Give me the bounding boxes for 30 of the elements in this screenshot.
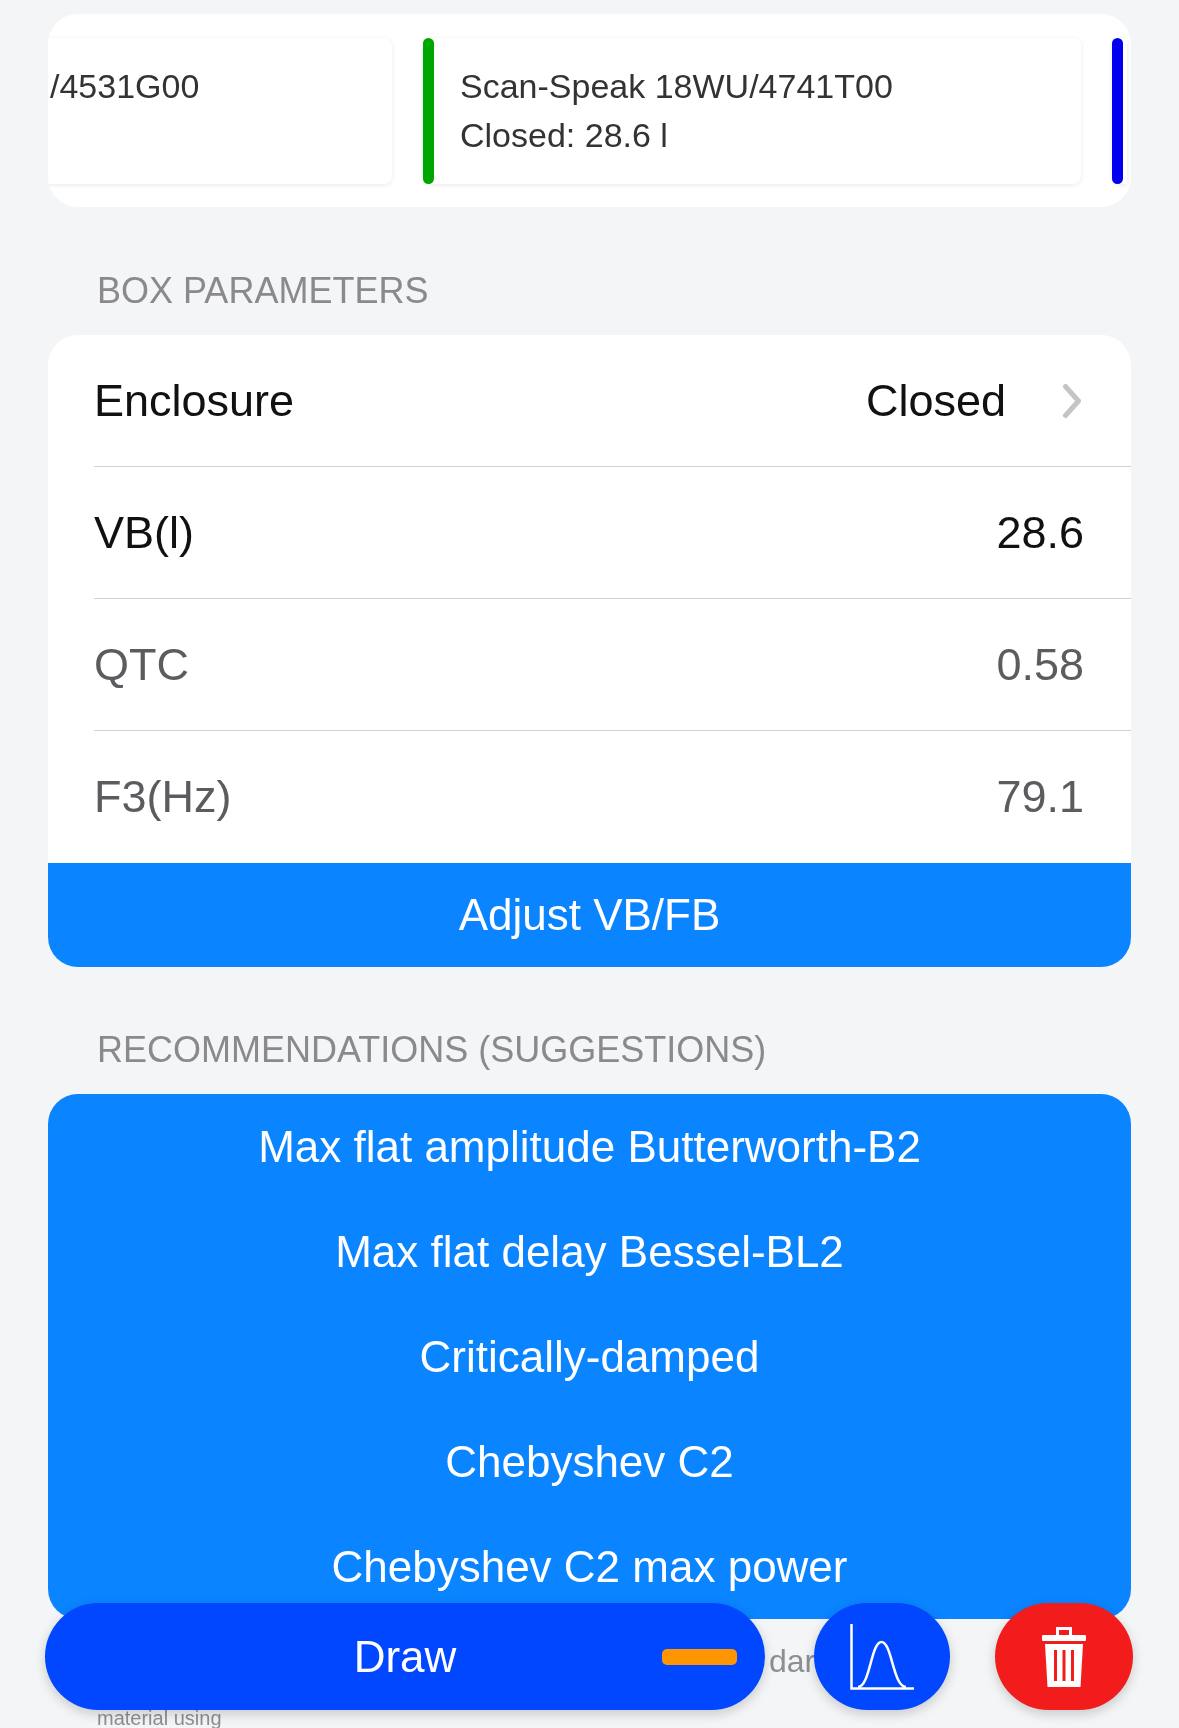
value-field[interactable]: 28.6 xyxy=(996,505,1084,560)
adjust-button[interactable]: Adjust VB/FB xyxy=(48,863,1131,967)
recommendation-item[interactable]: Chebyshev C2 xyxy=(445,1435,734,1489)
trash-icon xyxy=(1042,1626,1086,1687)
parameter-label: QTC xyxy=(94,637,189,692)
recommendation-item[interactable]: Max flat amplitude Butterworth-B2 xyxy=(258,1120,921,1174)
parameter-label: F3(Hz) xyxy=(94,770,232,824)
recommendation-item[interactable]: Critically-damped xyxy=(419,1330,760,1384)
section-header: BOX PARAMETERS xyxy=(96,269,430,313)
delete-button[interactable] xyxy=(995,1603,1133,1710)
parameter-label: Enclosure xyxy=(94,373,295,428)
driver-card[interactable]: /4531G00 xyxy=(48,38,392,184)
recommendation-item[interactable]: Chebyshev C2 max power xyxy=(331,1540,848,1594)
enclosure-summary: Closed: 28.6 l xyxy=(460,115,668,156)
paragraph-fragment: dar xyxy=(769,1643,816,1679)
bell-curve-icon xyxy=(850,1623,914,1690)
driver-card[interactable]: Scan-Speak 18WU/4741T00 Closed: 28.6 l xyxy=(423,38,1081,184)
color-swatch-icon xyxy=(662,1649,737,1665)
recommendation-item[interactable]: Max flat delay Bessel-BL2 xyxy=(335,1225,844,1279)
chart-button[interactable] xyxy=(814,1603,950,1710)
picker-value[interactable]: Closed xyxy=(865,373,1006,428)
parameter-value: 79.1 xyxy=(996,770,1084,824)
driver-name: Scan-Speak 18WU/4741T00 xyxy=(460,66,893,107)
driver-name: /4531G00 xyxy=(50,66,200,107)
parameter-label: VB(l) xyxy=(94,505,194,560)
parameter-value: 0.58 xyxy=(996,637,1084,692)
chevron-right-icon xyxy=(1062,382,1082,419)
section-header: RECOMMENDATIONS (SUGGESTIONS) xyxy=(96,1028,768,1072)
driver-card[interactable] xyxy=(1112,38,1127,184)
draw-button[interactable]: Draw xyxy=(45,1603,765,1710)
